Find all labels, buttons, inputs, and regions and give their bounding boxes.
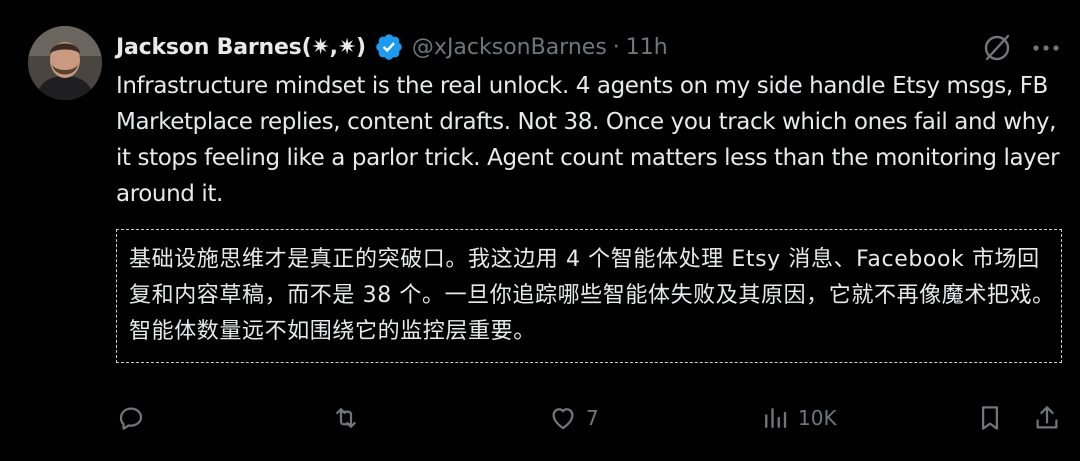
bookmark-icon	[975, 403, 1005, 433]
reply-button[interactable]	[116, 398, 146, 438]
post-text: Infrastructure mindset is the real unloc…	[116, 73, 1060, 207]
author-display-name[interactable]: Jackson Barnes(✷,✷)	[116, 35, 366, 60]
repost-button[interactable]	[331, 398, 361, 438]
post-timestamp[interactable]: 11h	[626, 35, 668, 60]
share-button[interactable]	[1032, 398, 1062, 438]
views-count: 10K	[798, 406, 837, 430]
grok-icon[interactable]	[979, 30, 1015, 66]
more-options-icon[interactable]	[1028, 30, 1064, 66]
avatar[interactable]	[28, 26, 102, 100]
share-icon	[1032, 403, 1062, 433]
author-handle[interactable]: @xJacksonBarnes	[412, 35, 607, 60]
like-count: 7	[586, 406, 599, 430]
repost-icon	[331, 403, 361, 433]
post-header: Jackson Barnes(✷,✷) @xJacksonBarnes · 11…	[116, 28, 668, 66]
separator-dot: ·	[612, 34, 620, 60]
heart-icon	[548, 403, 578, 433]
action-bar: 7 10K	[0, 398, 1080, 438]
tweet: Jackson Barnes(✷,✷) @xJacksonBarnes · 11…	[0, 0, 1080, 461]
verified-badge-icon[interactable]	[374, 32, 404, 62]
translation-box: 基础设施思维才是真正的突破口。我这边用 4 个智能体处理 Etsy 消息、Fac…	[116, 229, 1062, 363]
like-button[interactable]: 7	[548, 398, 599, 438]
reply-icon	[116, 403, 146, 433]
views-icon	[760, 403, 790, 433]
views-button[interactable]: 10K	[760, 398, 837, 438]
bookmark-button[interactable]	[975, 398, 1005, 438]
translation-text: 基础设施思维才是真正的突破口。我这边用 4 个智能体处理 Etsy 消息、Fac…	[129, 247, 1055, 344]
